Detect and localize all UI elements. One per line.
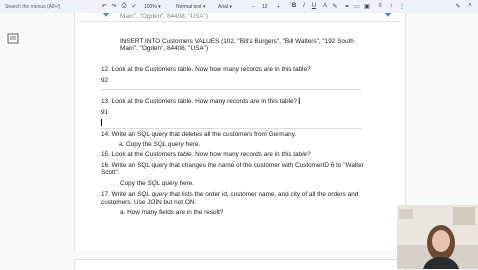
underline-icon[interactable]: U [310,2,318,10]
right-indent-marker[interactable] [385,13,391,17]
pen-icon[interactable]: ✎ [454,2,462,10]
zoom-select[interactable]: 100% ▾ [144,2,161,11]
question-16-line1: 16. Write an SQL query that changes the … [101,162,364,169]
question-15: 15. Look at the Customers table. Now how… [101,151,311,158]
question-16-line2: Scott". [101,169,120,176]
highlight-icon[interactable]: ✎ [331,2,339,10]
collapse-icon[interactable]: ˄ [466,2,474,10]
menu-search-input[interactable]: Search the menus (Alt+/) [5,2,95,11]
align-icon[interactable]: ≡ [376,2,384,10]
image-icon[interactable]: ▣ [363,2,371,10]
font-select[interactable]: Arial ▾ [218,2,232,11]
undo-icon[interactable]: ↶ [100,2,108,10]
question-17a: a. How many fields are in the result? [120,209,224,216]
link-icon[interactable]: ⚭ [343,2,351,10]
left-indent-marker[interactable] [103,13,109,17]
webcam-overlay [397,205,478,269]
answer-12: 92 [101,77,109,84]
font-size-increase[interactable]: + [277,2,280,11]
italic-icon[interactable]: I [300,2,308,10]
font-size-decrease[interactable]: − [252,2,255,11]
question-14: 14. Write an SQL query that deletes all … [101,131,297,138]
answer-13: 91 [101,109,109,116]
style-select[interactable]: Normal text ▾ [176,2,205,11]
outline-icon[interactable] [7,31,19,44]
toolbar: Search the menus (Alt+/) ↶ ↷ ⎙ ✓ 100% ▾ … [0,0,478,13]
text-cursor-icon: I [298,96,301,106]
insert-statement-line2: Main", "Ogden", 84408, "USA") [120,45,209,52]
line-spacing-icon[interactable]: ↕ [387,2,395,10]
caret [101,119,102,126]
question-16a: Copy the SQL query here. [120,180,195,187]
question-17-line1: 17. Write an SQL query that lists the or… [101,191,359,198]
question-14a: a. Copy the SQL query here. [119,141,201,148]
comment-icon[interactable]: ▭ [353,2,361,10]
doc-line-top: Main", "Ogden", 84408, "USA") [120,13,209,20]
text-color-icon[interactable]: A [321,2,329,10]
divider [100,128,362,129]
question-12: 12. Look at the Customers table. Now how… [101,66,311,73]
insert-statement-line1: INSERT INTO Customers VALUES (102, "Bill… [120,38,354,45]
bold-icon[interactable]: B [290,2,298,10]
question-13: 13. Look at the Customers table. How man… [101,98,298,105]
question-17-line2: customers. Use JOIN but not ON. [101,199,197,206]
more-icon[interactable]: ⋮ [398,2,406,10]
divider [100,89,362,90]
print-icon[interactable]: ⎙ [120,2,128,10]
spellcheck-icon[interactable]: ✓ [130,2,138,10]
redo-icon[interactable]: ↷ [110,2,118,10]
next-document-page[interactable] [74,259,406,270]
font-size-input[interactable]: 12 [262,2,268,11]
